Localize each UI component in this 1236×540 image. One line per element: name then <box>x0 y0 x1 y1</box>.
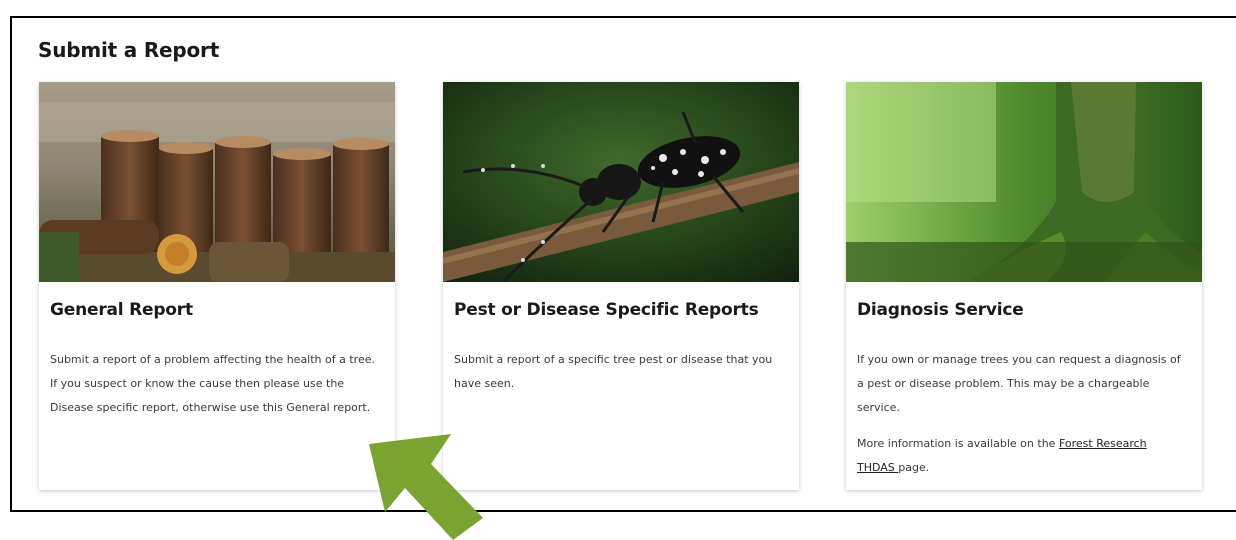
card-description: If you own or manage trees you can reque… <box>857 353 1181 414</box>
arrow-up-left-icon <box>369 434 483 540</box>
card-title: General Report <box>50 300 193 320</box>
card-title: Diagnosis Service <box>857 300 1024 320</box>
card-diagnosis-service[interactable]: Diagnosis Service If you own or manage t… <box>846 82 1202 490</box>
card-image-beetle <box>443 82 799 282</box>
card-description: Submit a report of a specific tree pest … <box>454 353 773 390</box>
page-title: Submit a Report <box>38 38 220 62</box>
more-info-suffix: page. <box>898 461 930 474</box>
card-description: Submit a report of a problem affecting t… <box>50 353 375 414</box>
card-title: Pest or Disease Specific Reports <box>454 300 759 320</box>
card-more-info: More information is available on the For… <box>857 432 1185 480</box>
more-info-prefix: More information is available on the <box>857 437 1059 450</box>
card-image-mossy-roots <box>846 82 1202 282</box>
card-pest-disease-reports[interactable]: Pest or Disease Specific Reports Submit … <box>443 82 799 490</box>
card-general-report[interactable]: General Report Submit a report of a prob… <box>39 82 395 490</box>
card-image-logs <box>39 82 395 282</box>
